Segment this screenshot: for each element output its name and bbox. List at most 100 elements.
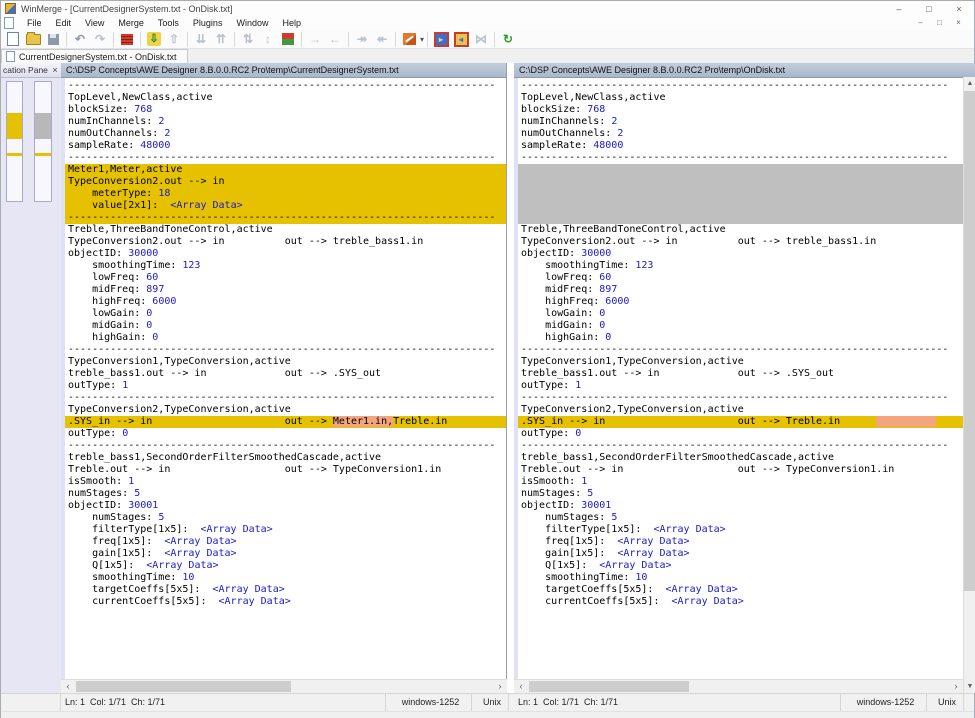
horizontal-scrollbar-left[interactable]: ‹ › bbox=[61, 679, 507, 693]
tab-compare-document[interactable]: CurrentDesignerSystem.txt - OnDisk.txt bbox=[1, 49, 188, 63]
auto-merge-icon bbox=[403, 33, 416, 45]
code-line: TopLevel,NewClass,active bbox=[518, 92, 963, 104]
status-eol-right[interactable]: Unix bbox=[927, 694, 964, 711]
code-line bbox=[65, 632, 506, 644]
scroll-right-arrow[interactable]: › bbox=[493, 680, 507, 693]
mdi-close-button[interactable]: × bbox=[949, 16, 968, 30]
refresh-button[interactable]: ↻ bbox=[499, 31, 517, 47]
previous-conflict-button[interactable]: ⇈ bbox=[212, 31, 230, 47]
scroll-down-arrow[interactable]: ▼ bbox=[964, 680, 975, 693]
scroll-right-arrow[interactable]: › bbox=[949, 680, 963, 693]
code-line: midFreq: 897 bbox=[65, 284, 506, 296]
compare-options-icon bbox=[121, 34, 133, 45]
location-mark-ghost[interactable] bbox=[35, 113, 51, 139]
copy-all-right-icon: ▸ bbox=[434, 32, 449, 47]
horizontal-scrollbar-right[interactable]: ‹ › bbox=[514, 679, 963, 693]
menu-view[interactable]: View bbox=[78, 16, 111, 30]
status-eol-left[interactable]: Unix bbox=[472, 694, 509, 711]
code-line: smoothingTime: 10 bbox=[518, 572, 963, 584]
word-diff: Meter1.in, bbox=[333, 416, 393, 427]
mdi-minimize-button[interactable]: – bbox=[911, 16, 930, 30]
copy-all-left-icon: ◂ bbox=[454, 32, 469, 47]
diff-text-right[interactable]: ----------------------------------------… bbox=[514, 78, 963, 680]
location-mark-diff[interactable] bbox=[7, 153, 22, 156]
toolbar-separator bbox=[140, 32, 141, 47]
menu-edit[interactable]: Edit bbox=[49, 16, 79, 30]
diff-line: .SYS_in --> in out --> Treble.in bbox=[518, 416, 963, 428]
copy-right-button[interactable]: → bbox=[306, 31, 324, 47]
compare-options-button[interactable] bbox=[118, 31, 136, 47]
copy-right-and-advance-button[interactable]: ↠ bbox=[353, 31, 371, 47]
menu-file[interactable]: File bbox=[20, 16, 49, 30]
copy-left-and-advance-button[interactable]: ↞ bbox=[373, 31, 391, 47]
next-conflict-button[interactable]: ⇊ bbox=[192, 31, 210, 47]
file-path-header-left: C:\DSP Concepts\AWE Designer 8.B.0.0.RC2… bbox=[61, 63, 506, 78]
previous-difference-button[interactable]: ⇧ bbox=[165, 31, 183, 47]
scrollbar-thumb[interactable] bbox=[964, 91, 975, 591]
code-line: treble_bass1,SecondOrderFilterSmoothedCa… bbox=[518, 452, 963, 464]
save-button[interactable] bbox=[44, 31, 62, 47]
code-line: Treble.out --> in out --> TypeConversion… bbox=[65, 464, 506, 476]
location-pane-title: cation Pane bbox=[1, 65, 49, 75]
scrollbar-thumb[interactable] bbox=[529, 681, 689, 692]
code-line: TypeConversion2.out --> in out --> trebl… bbox=[65, 236, 506, 248]
location-map-left[interactable] bbox=[6, 81, 23, 202]
location-mark-diff[interactable] bbox=[7, 113, 22, 139]
code-line: ----------------------------------------… bbox=[518, 392, 963, 404]
scroll-left-arrow[interactable]: ‹ bbox=[514, 680, 528, 693]
open-button[interactable] bbox=[24, 31, 42, 47]
status-encoding-left[interactable]: windows-1252 bbox=[386, 694, 472, 711]
code-line: lowFreq: 60 bbox=[518, 272, 963, 284]
vertical-scrollbar[interactable]: ▲ ▼ bbox=[963, 77, 975, 693]
scroll-up-arrow[interactable]: ▲ bbox=[964, 77, 975, 90]
menu-plugins[interactable]: Plugins bbox=[186, 16, 230, 30]
first-difference-button[interactable]: ⇅ bbox=[239, 31, 257, 47]
current-difference-button[interactable] bbox=[279, 31, 297, 47]
code-line: numStages: 5 bbox=[518, 512, 963, 524]
menu-bar: FileEditViewMergeToolsPluginsWindowHelp … bbox=[1, 16, 974, 30]
chevron-down-icon[interactable]: ▾ bbox=[420, 35, 424, 44]
toolbar-separator bbox=[187, 32, 188, 47]
ghost-line bbox=[518, 188, 963, 200]
status-encoding-right[interactable]: windows-1252 bbox=[841, 694, 927, 711]
menu-merge[interactable]: Merge bbox=[111, 16, 151, 30]
toolbar-separator bbox=[494, 32, 495, 47]
code-line: ----------------------------------------… bbox=[65, 440, 506, 452]
copy-left-button[interactable]: ← bbox=[326, 31, 344, 47]
close-button[interactable]: × bbox=[944, 2, 974, 16]
code-line: objectID: 30001 bbox=[518, 500, 963, 512]
copy-all-right-button[interactable]: ▸ bbox=[432, 31, 450, 47]
code-line: TypeConversion2,TypeConversion,active bbox=[65, 404, 506, 416]
auto-merge-button[interactable] bbox=[400, 31, 418, 47]
menu-window[interactable]: Window bbox=[229, 16, 275, 30]
code-line: outType: 0 bbox=[65, 428, 506, 440]
code-line: objectID: 30000 bbox=[65, 248, 506, 260]
new-file-button[interactable] bbox=[4, 31, 22, 47]
diff-text-left[interactable]: ----------------------------------------… bbox=[61, 78, 506, 680]
maximize-button[interactable]: □ bbox=[914, 2, 944, 16]
code-line: currentCoeffs[5x5]: <Array Data> bbox=[518, 596, 963, 608]
menu-help[interactable]: Help bbox=[275, 16, 308, 30]
scrollbar-thumb[interactable] bbox=[76, 681, 291, 692]
code-line: TypeConversion1,TypeConversion,active bbox=[518, 356, 963, 368]
code-line: TopLevel,NewClass,active bbox=[65, 92, 506, 104]
code-line: ----------------------------------------… bbox=[65, 344, 506, 356]
last-difference-button[interactable]: ↕ bbox=[259, 31, 277, 47]
scroll-left-arrow[interactable]: ‹ bbox=[61, 680, 75, 693]
minimize-button[interactable]: – bbox=[884, 2, 914, 16]
location-map-right[interactable] bbox=[34, 81, 52, 202]
next-difference-button[interactable]: ⇩ bbox=[145, 31, 163, 47]
code-line: Treble.out --> in out --> TypeConversion… bbox=[518, 464, 963, 476]
copy-all-left-button[interactable]: ◂ bbox=[452, 31, 470, 47]
location-mark-diff[interactable] bbox=[35, 153, 51, 156]
document-icon bbox=[6, 51, 15, 62]
undo-button[interactable]: ↶ bbox=[71, 31, 89, 47]
redo-button[interactable]: ↷ bbox=[91, 31, 109, 47]
menu-tools[interactable]: Tools bbox=[151, 16, 186, 30]
swap-panes-button[interactable]: ⋈ bbox=[472, 31, 490, 47]
code-line bbox=[518, 656, 963, 668]
code-line: targetCoeffs[5x5]: <Array Data> bbox=[65, 584, 506, 596]
close-icon[interactable]: × bbox=[49, 65, 61, 75]
diff-line: value[2x1]: <Array Data> bbox=[65, 200, 506, 212]
mdi-restore-button[interactable]: □ bbox=[930, 16, 949, 30]
